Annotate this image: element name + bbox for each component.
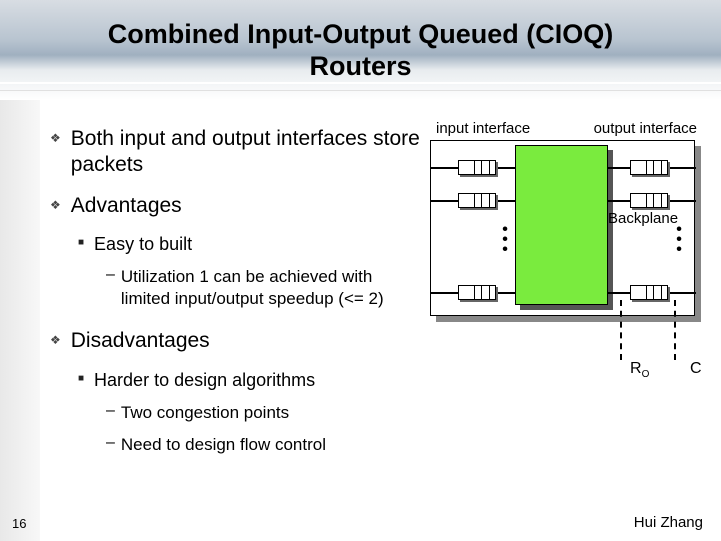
- router-diagram: input interface output interface Backpla…: [430, 120, 705, 330]
- ellipsis-icon: •••: [500, 225, 510, 255]
- content-area: ❖ Both input and output interfaces store…: [50, 120, 420, 466]
- output-interface-label: output interface: [594, 120, 697, 137]
- sub-bullet-item: ■ Easy to built: [78, 233, 420, 256]
- divider: [0, 90, 721, 91]
- author-name: Hui Zhang: [634, 514, 703, 531]
- wire: [430, 200, 458, 202]
- sub-bullet-item: ■ Harder to design algorithms: [78, 369, 420, 392]
- c-label: C: [690, 360, 702, 378]
- wire: [430, 292, 458, 294]
- title-line-2: Routers: [309, 51, 411, 81]
- queue-icon: [630, 160, 668, 175]
- bullet-text: Disadvantages: [71, 328, 210, 354]
- square-bullet-icon: ■: [78, 237, 84, 248]
- bullet-text: Both input and output interfaces store p…: [71, 126, 420, 179]
- wire: [608, 200, 630, 202]
- bullet-item: ❖ Disadvantages: [50, 328, 420, 354]
- backplane-box: [515, 145, 608, 305]
- queue-icon: [630, 285, 668, 300]
- queue-icon: [458, 193, 496, 208]
- ro-label: RO: [630, 360, 649, 380]
- bullet-text: Two congestion points: [121, 402, 289, 424]
- ellipsis-icon: •••: [674, 225, 684, 255]
- wire: [496, 200, 516, 202]
- bullet-item: ❖ Advantages: [50, 193, 420, 219]
- queue-icon: [458, 285, 496, 300]
- wire: [668, 292, 696, 294]
- queue-icon: [630, 193, 668, 208]
- bullet-text: Need to design flow control: [121, 434, 326, 456]
- bullet-text: Utilization 1 can be achieved with limit…: [121, 266, 420, 310]
- wire: [668, 167, 696, 169]
- dash-bullet-icon: –: [106, 434, 115, 452]
- diamond-bullet-icon: ❖: [50, 333, 61, 347]
- wire: [668, 200, 696, 202]
- title-line-1: Combined Input-Output Queued (CIOQ): [108, 19, 613, 49]
- bullet-text: Advantages: [71, 193, 182, 219]
- backplane-label: Backplane: [608, 210, 678, 227]
- wire: [430, 167, 458, 169]
- dashed-line: [620, 300, 622, 360]
- slide-title: Combined Input-Output Queued (CIOQ) Rout…: [0, 18, 721, 83]
- wire: [608, 167, 630, 169]
- sub-sub-bullet-item: – Utilization 1 can be achieved with lim…: [106, 266, 420, 310]
- side-stripe: [0, 100, 40, 541]
- dash-bullet-icon: –: [106, 402, 115, 420]
- bullet-item: ❖ Both input and output interfaces store…: [50, 126, 420, 179]
- dashed-line: [674, 300, 676, 360]
- wire: [608, 292, 630, 294]
- page-number: 16: [12, 516, 26, 531]
- bullet-text: Easy to built: [94, 233, 192, 256]
- diamond-bullet-icon: ❖: [50, 198, 61, 212]
- queue-icon: [458, 160, 496, 175]
- square-bullet-icon: ■: [78, 373, 84, 384]
- sub-sub-bullet-item: – Need to design flow control: [106, 434, 420, 456]
- wire: [496, 167, 516, 169]
- diamond-bullet-icon: ❖: [50, 131, 61, 145]
- bullet-text: Harder to design algorithms: [94, 369, 315, 392]
- wire: [496, 292, 516, 294]
- input-interface-label: input interface: [436, 120, 530, 137]
- dash-bullet-icon: –: [106, 266, 115, 284]
- sub-sub-bullet-item: – Two congestion points: [106, 402, 420, 424]
